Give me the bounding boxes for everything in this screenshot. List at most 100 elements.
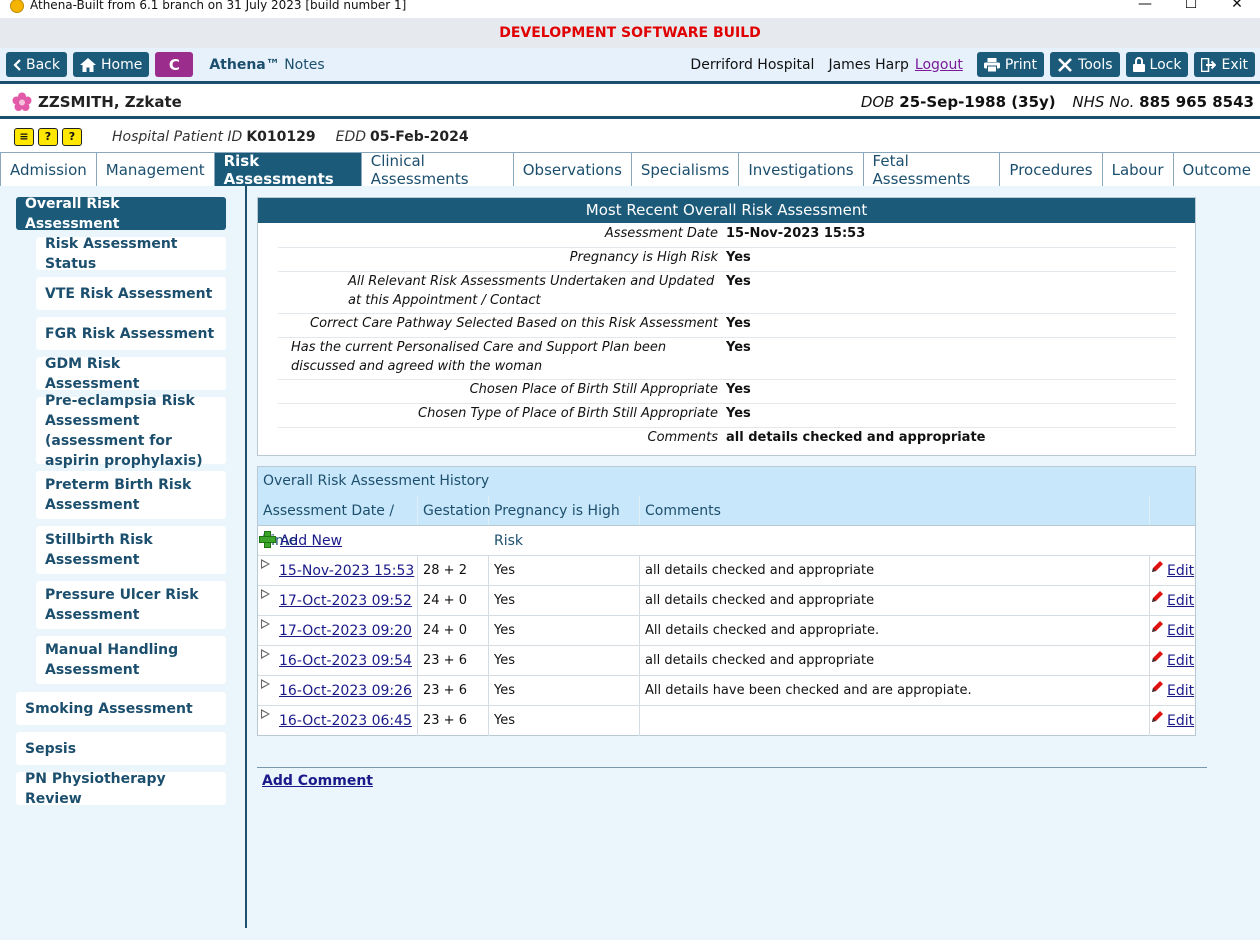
printer-icon (983, 57, 1000, 72)
plus-icon[interactable] (259, 531, 276, 548)
tools-button[interactable]: Tools (1050, 52, 1120, 77)
sidebar-item-sepsis[interactable]: Sepsis (16, 732, 226, 765)
sidebar-item-smoking[interactable]: Smoking Assessment (16, 692, 226, 725)
section-divider (257, 767, 1207, 768)
c-button[interactable]: C (155, 52, 194, 77)
edit-link[interactable]: Edit (1167, 616, 1194, 646)
expand-triangle-icon[interactable] (261, 559, 270, 569)
sidebar-item-risk-status[interactable]: Risk Assessment Status (36, 236, 226, 272)
dob-label: DOB (860, 92, 895, 111)
sidebar-item-overall-risk[interactable]: Overall Risk Assessment (16, 196, 226, 232)
pencil-icon[interactable] (1150, 680, 1164, 694)
expand-triangle-icon[interactable] (261, 709, 270, 719)
sidebar-item-manual-handling[interactable]: Manual Handling Assessment (36, 636, 226, 684)
edit-link[interactable]: Edit (1167, 586, 1194, 616)
edit-link[interactable]: Edit (1167, 676, 1194, 706)
row-gestation: 24 + 0 (418, 586, 489, 615)
tab-risk-assessments[interactable]: Risk Assessments (213, 152, 362, 188)
row-edit-cell: Edit (1150, 646, 1195, 675)
row-comments: All details have been checked and are ap… (640, 676, 1150, 705)
assessment-date-link[interactable]: 16-Oct-2023 09:26 (279, 683, 412, 699)
recent-row: Has the current Personalised Care and Su… (278, 338, 1176, 380)
sidebar-item-fgr[interactable]: FGR Risk Assessment (36, 317, 226, 350)
sidebar-item-gdm[interactable]: GDM Risk Assessment (36, 356, 226, 392)
pencil-icon[interactable] (1150, 650, 1164, 664)
question-alert-icon[interactable]: ? (62, 128, 82, 146)
edit-link[interactable]: Edit (1167, 556, 1194, 586)
back-button[interactable]: Back (6, 52, 67, 77)
edit-link[interactable]: Edit (1167, 706, 1194, 736)
assessment-date-link[interactable]: 17-Oct-2023 09:20 (279, 623, 412, 639)
edit-link[interactable]: Edit (1167, 646, 1194, 676)
row-gestation: 24 + 0 (418, 616, 489, 645)
recent-row-value: Yes (726, 250, 751, 265)
row-comments: all details checked and appropriate (640, 586, 1150, 615)
tab-fetal-assessments[interactable]: Fetal Assessments (862, 152, 1001, 188)
recent-row: Comments all details checked and appropr… (278, 428, 1176, 452)
tab-investigations[interactable]: Investigations (738, 152, 864, 186)
row-high-risk: Yes (489, 706, 640, 736)
recent-row-value: Yes (726, 406, 751, 421)
minimize-icon[interactable]: — (1122, 0, 1168, 12)
notes-alert-icon[interactable]: ≡ (14, 128, 34, 146)
pencil-icon[interactable] (1150, 620, 1164, 634)
add-comment-link[interactable]: Add Comment (262, 773, 373, 789)
sidebar-item-pressure-ulcer[interactable]: Pressure Ulcer Risk Assessment (36, 581, 226, 629)
print-button[interactable]: Print (976, 52, 1045, 77)
expand-triangle-icon[interactable] (261, 619, 270, 629)
tab-labour[interactable]: Labour (1101, 152, 1174, 186)
expand-triangle-icon[interactable] (261, 649, 270, 659)
tab-specialisms[interactable]: Specialisms (630, 152, 740, 186)
recent-row: Assessment Date 15-Nov-2023 15:53 (278, 224, 1176, 248)
home-button[interactable]: Home (73, 52, 150, 77)
sidebar-item-preterm[interactable]: Preterm Birth Risk Assessment (36, 471, 226, 519)
column-header-gestation[interactable]: Gestation (418, 496, 491, 525)
row-gestation: 28 + 2 (418, 556, 489, 585)
assessment-date-link[interactable]: 16-Oct-2023 09:54 (279, 653, 412, 669)
exit-label: Exit (1221, 56, 1248, 73)
row-date-cell: 17-Oct-2023 09:20 (258, 616, 418, 645)
recent-row: Correct Care Pathway Selected Based on t… (278, 314, 1176, 338)
row-date-cell: 17-Oct-2023 09:52 (258, 586, 418, 615)
recent-row: All Relevant Risk Assessments Undertaken… (278, 272, 1176, 314)
logout-link[interactable]: Logout (915, 57, 963, 73)
recent-row-label: Correct Care Pathway Selected Based on t… (310, 316, 718, 331)
sidebar: Overall Risk Assessment Risk Assessment … (0, 186, 247, 928)
tab-management[interactable]: Management (95, 152, 215, 186)
tab-observations[interactable]: Observations (512, 152, 632, 186)
exit-button[interactable]: Exit (1194, 52, 1255, 77)
close-icon[interactable]: ✕ (1214, 0, 1260, 12)
assessment-date-link[interactable]: 17-Oct-2023 09:52 (279, 593, 412, 609)
lock-button[interactable]: Lock (1125, 52, 1189, 77)
home-label: Home (101, 56, 143, 73)
row-edit-cell: Edit (1150, 676, 1195, 705)
patient-banner: ZZSMITH, Zzkate DOB 25-Sep-1988 (35y) NH… (0, 87, 1260, 119)
window-title: Athena-Built from 6.1 branch on 31 July … (30, 0, 407, 12)
maximize-icon[interactable]: ☐ (1168, 0, 1214, 12)
add-new-link[interactable]: Add New (280, 533, 342, 549)
pencil-icon[interactable] (1150, 590, 1164, 604)
sidebar-item-pn-physio[interactable]: PN Physiotherapy Review (16, 771, 226, 807)
expand-triangle-icon[interactable] (261, 589, 270, 599)
sidebar-item-vte[interactable]: VTE Risk Assessment (36, 277, 226, 310)
assessment-date-link[interactable]: 15-Nov-2023 15:53 (279, 563, 414, 579)
tab-procedures[interactable]: Procedures (999, 152, 1103, 186)
column-header-comments[interactable]: Comments (640, 496, 1150, 525)
table-row: 15-Nov-2023 15:53 28 + 2 Yes all details… (258, 556, 1195, 586)
tools-label: Tools (1078, 56, 1113, 73)
hospital-id-label: Hospital Patient ID (112, 129, 243, 145)
tab-admission[interactable]: Admission (0, 152, 97, 186)
expand-triangle-icon[interactable] (261, 679, 270, 689)
question-alert-icon[interactable]: ? (38, 128, 58, 146)
tab-outcome[interactable]: Outcome (1172, 152, 1260, 186)
tab-clinical-assessments[interactable]: Clinical Assessments (360, 152, 514, 188)
pencil-icon[interactable] (1150, 560, 1164, 574)
add-new-row: Add New (258, 526, 1195, 556)
pencil-icon[interactable] (1150, 710, 1164, 724)
column-header-high-risk[interactable]: Pregnancy is High Risk (489, 496, 640, 549)
recent-row-label: Has the current Personalised Care and Su… (291, 340, 667, 374)
column-header-date[interactable]: Assessment Date / Time (258, 496, 418, 549)
sidebar-item-pre-eclampsia[interactable]: Pre-eclampsia Risk Assessment (assessmen… (36, 393, 226, 469)
sidebar-item-stillbirth[interactable]: Stillbirth Risk Assessment (36, 526, 226, 574)
assessment-date-link[interactable]: 16-Oct-2023 06:45 (279, 713, 412, 729)
